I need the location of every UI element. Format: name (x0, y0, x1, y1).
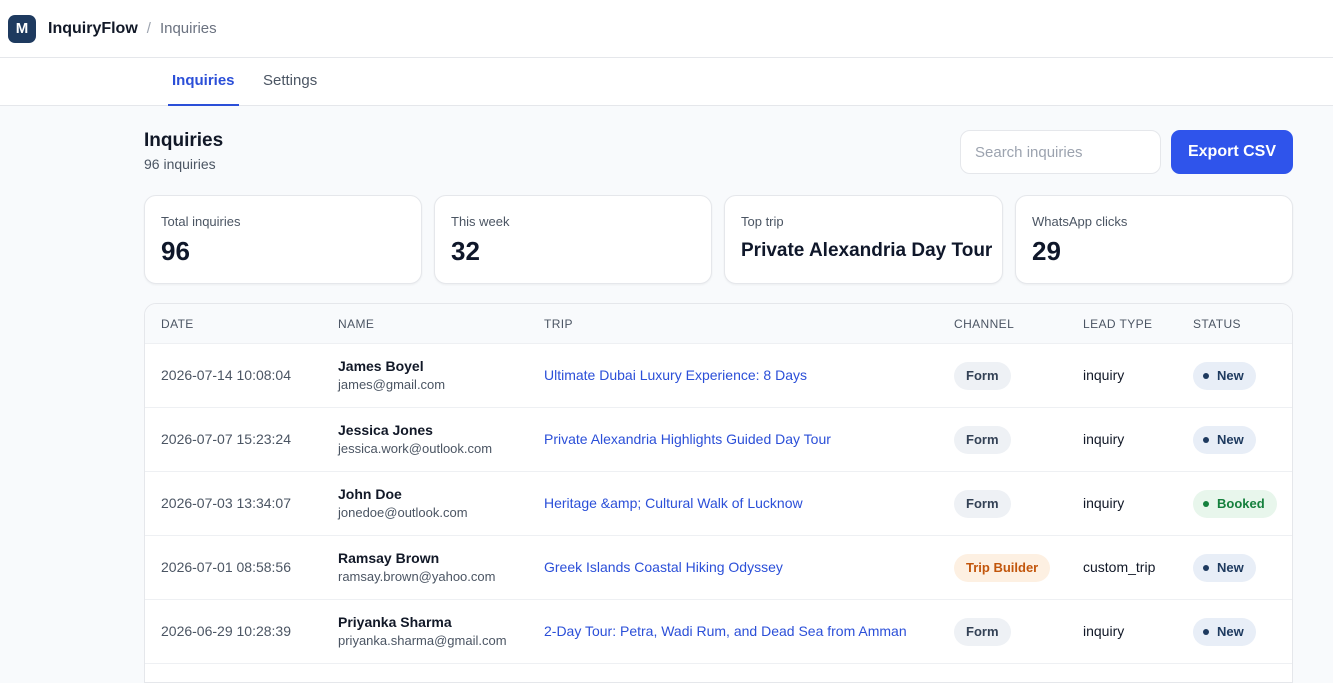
status-dot-icon (1203, 564, 1209, 571)
page-title: Inquiries (144, 130, 224, 151)
status-dot-icon (1203, 628, 1209, 635)
row-name: Ramsay Brown (338, 550, 440, 566)
table-header: DATE NAME TRIP CHANNEL LEAD TYPE STATUS (145, 304, 1292, 344)
search-input[interactable] (960, 130, 1161, 174)
stat-label: Total inquiries (161, 214, 241, 229)
status-label: New (1217, 560, 1244, 575)
row-date: 2026-07-07 15:23:24 (161, 431, 291, 447)
channel-badge: Form (954, 426, 1011, 454)
app-name[interactable]: InquiryFlow (48, 20, 138, 38)
stat-label: WhatsApp clicks (1032, 214, 1128, 229)
status-label: Booked (1217, 496, 1265, 511)
table-row[interactable]: 2026-06-29 10:28:39 Priyanka Sharma priy… (145, 600, 1292, 664)
column-header-status[interactable]: STATUS (1193, 304, 1241, 344)
row-email: jessica.work@outlook.com (338, 441, 493, 456)
stat-card-whatsapp-clicks: WhatsApp clicks 29 (1015, 195, 1293, 284)
inquiry-count: 96 inquiries (144, 156, 216, 172)
stat-value: 32 (451, 236, 480, 266)
status-dot-icon (1203, 372, 1209, 379)
row-email: jonedoe@outlook.com (338, 505, 468, 520)
tab-bar: Inquiries Settings (0, 58, 1333, 106)
table-row[interactable]: 2026-07-03 13:34:07 John Doe jonedoe@out… (145, 472, 1292, 536)
row-email: ramsay.brown@yahoo.com (338, 569, 496, 584)
row-trip-link[interactable]: Heritage &amp; Cultural Walk of Lucknow (544, 495, 803, 511)
channel-badge: Trip Builder (954, 554, 1051, 582)
stat-label: Top trip (741, 214, 784, 229)
row-lead-type: inquiry (1083, 623, 1125, 639)
row-trip-link[interactable]: Private Alexandria Highlights Guided Day… (544, 431, 831, 447)
status-badge: New (1193, 362, 1256, 390)
row-email: priyanka.sharma@gmail.com (338, 633, 507, 648)
row-trip-link[interactable]: 2-Day Tour: Petra, Wadi Rum, and Dead Se… (544, 623, 907, 639)
row-date: 2026-07-14 10:08:04 (161, 367, 291, 383)
row-date: 2026-07-01 08:58:56 (161, 559, 291, 575)
breadcrumb-separator: / (146, 20, 151, 37)
row-date: 2026-06-29 10:28:39 (161, 623, 291, 639)
column-header-date[interactable]: DATE (161, 304, 194, 344)
channel-badge: Form (954, 618, 1011, 646)
channel-badge: Form (954, 490, 1011, 518)
breadcrumb-current: Inquiries (159, 20, 217, 37)
status-label: New (1217, 624, 1244, 639)
table-row[interactable]: 2026-07-01 08:58:56 Ramsay Brown ramsay.… (145, 536, 1292, 600)
status-badge: Booked (1193, 490, 1277, 518)
column-header-lead-type[interactable]: LEAD TYPE (1083, 304, 1152, 344)
column-header-name[interactable]: NAME (338, 304, 374, 344)
tab-inquiries[interactable]: Inquiries (168, 58, 239, 106)
status-dot-icon (1203, 500, 1209, 507)
row-name: James Boyel (338, 358, 424, 374)
row-lead-type: inquiry (1083, 431, 1125, 447)
column-header-trip[interactable]: TRIP (544, 304, 573, 344)
row-name: Priyanka Sharma (338, 614, 452, 630)
stat-card-total: Total inquiries 96 (144, 195, 422, 284)
row-lead-type: custom_trip (1083, 559, 1156, 575)
top-bar: M InquiryFlow / Inquiries (0, 0, 1333, 58)
column-header-channel[interactable]: CHANNEL (954, 304, 1014, 344)
table-row[interactable]: 2026-07-07 15:23:24 Jessica Jones jessic… (145, 408, 1292, 472)
stat-value: 96 (161, 236, 190, 266)
row-trip-link[interactable]: Ultimate Dubai Luxury Experience: 8 Days (544, 367, 807, 383)
stat-value: 29 (1032, 236, 1061, 266)
inquiries-table: DATE NAME TRIP CHANNEL LEAD TYPE STATUS … (144, 303, 1293, 683)
status-label: New (1217, 368, 1244, 383)
stat-card-top-trip: Top trip Private Alexandria Day Tour (724, 195, 1003, 284)
table-row[interactable]: 2026-07-14 10:08:04 James Boyel james@gm… (145, 344, 1292, 408)
stat-value: Private Alexandria Day Tour (741, 240, 993, 261)
export-csv-button[interactable]: Export CSV (1171, 130, 1293, 174)
status-label: New (1217, 432, 1244, 447)
stat-label: This week (451, 214, 510, 229)
stat-card-this-week: This week 32 (434, 195, 712, 284)
status-dot-icon (1203, 436, 1209, 443)
row-date: 2026-07-03 13:34:07 (161, 495, 291, 511)
row-name: Jessica Jones (338, 422, 433, 438)
status-badge: New (1193, 426, 1256, 454)
row-trip-link[interactable]: Greek Islands Coastal Hiking Odyssey (544, 559, 783, 575)
tab-settings[interactable]: Settings (263, 58, 317, 106)
row-email: james@gmail.com (338, 377, 446, 392)
status-badge: New (1193, 618, 1256, 646)
row-lead-type: inquiry (1083, 495, 1125, 511)
row-name: John Doe (338, 486, 402, 502)
channel-badge: Form (954, 362, 1011, 390)
status-badge: New (1193, 554, 1256, 582)
app-logo[interactable]: M (8, 14, 36, 43)
row-lead-type: inquiry (1083, 367, 1125, 383)
